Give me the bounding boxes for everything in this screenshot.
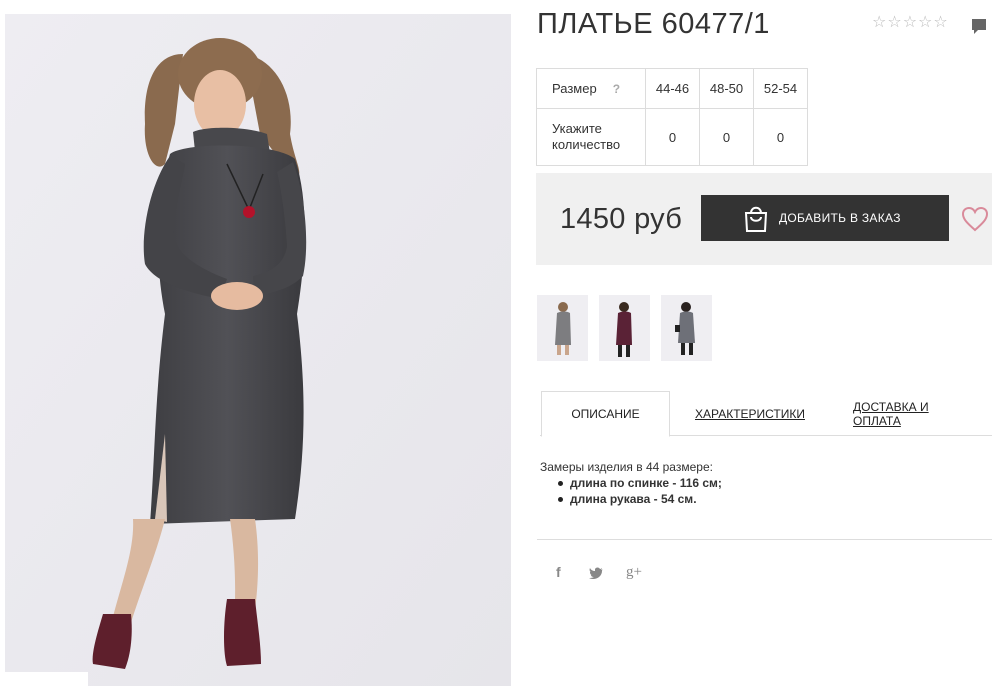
quantity-label-line2: количество: [552, 137, 621, 152]
quantity-label-cell: Укажите количество: [536, 108, 646, 166]
product-main-photo[interactable]: [5, 14, 511, 686]
price: 1450 руб: [560, 203, 683, 235]
comment-icon[interactable]: [971, 18, 987, 36]
measurement-text: длина рукава - 54 см.: [570, 492, 697, 506]
quantity-input[interactable]: 0: [753, 108, 808, 166]
thumbnail-3[interactable]: [661, 295, 712, 361]
twitter-icon[interactable]: [589, 567, 604, 579]
size-label: Размер: [552, 80, 597, 96]
thumbnail-2[interactable]: [599, 295, 650, 361]
tab-description[interactable]: ОПИСАНИЕ: [541, 391, 670, 437]
thumbnail-1[interactable]: [537, 295, 588, 361]
star-icon[interactable]: ☆: [933, 15, 947, 31]
thumbnail-image: [661, 295, 712, 361]
size-cell: 48-50: [699, 68, 754, 109]
tab-delivery-payment[interactable]: ДОСТАВКА И ОПЛАТА: [853, 391, 978, 436]
size-help-icon[interactable]: ?: [613, 82, 620, 96]
heart-icon[interactable]: [961, 206, 989, 232]
size-cell: 44-46: [645, 68, 700, 109]
shopping-bag-icon: [744, 206, 768, 232]
divider: [537, 539, 992, 540]
model-in-dress-image: [5, 14, 511, 686]
photo-corner-gap: [0, 672, 88, 686]
product-title: ПЛАТЬЕ 60477/1: [537, 8, 770, 40]
size-label-cell: Размер?: [536, 68, 646, 109]
quantity-input[interactable]: 0: [699, 108, 754, 166]
price-box: 1450 руб ДОБАВИТЬ В ЗАКАЗ: [536, 173, 992, 265]
measurements-list: длина по спинке - 116 см; длина рукава -…: [556, 475, 722, 507]
star-icon[interactable]: ☆: [872, 15, 886, 31]
product-tabs: ОПИСАНИЕ ХАРАКТЕРИСТИКИ ДОСТАВКА И ОПЛАТ…: [540, 391, 992, 437]
size-table: Размер? 44-46 48-50 52-54 Укажите количе…: [536, 68, 808, 166]
description-panel: Замеры изделия в 44 размере: длина по сп…: [540, 459, 722, 507]
quantity-input[interactable]: 0: [645, 108, 700, 166]
list-item: длина рукава - 54 см.: [556, 491, 722, 507]
thumbnail-image: [537, 295, 588, 361]
google-plus-icon[interactable]: g+: [626, 564, 642, 581]
size-row: Размер? 44-46 48-50 52-54: [536, 68, 808, 109]
star-icon[interactable]: ☆: [918, 15, 932, 31]
facebook-icon[interactable]: f: [556, 564, 561, 580]
star-icon[interactable]: ☆: [887, 15, 901, 31]
list-item: длина по спинке - 116 см;: [556, 475, 722, 491]
description-intro: Замеры изделия в 44 размере:: [540, 460, 713, 474]
size-cell: 52-54: [753, 68, 808, 109]
star-icon[interactable]: ☆: [903, 15, 917, 31]
quantity-label-line1: Укажите: [552, 121, 602, 136]
add-to-order-button[interactable]: ДОБАВИТЬ В ЗАКАЗ: [701, 195, 949, 241]
tab-characteristics[interactable]: ХАРАКТЕРИСТИКИ: [694, 391, 806, 436]
add-to-order-label: ДОБАВИТЬ В ЗАКАЗ: [779, 211, 901, 225]
rating-stars[interactable]: ☆ ☆ ☆ ☆ ☆: [872, 15, 948, 31]
quantity-row: Укажите количество 0 0 0: [536, 108, 808, 166]
measurement-value: 116 см;: [679, 476, 722, 490]
thumbnail-image: [599, 295, 650, 361]
measurement-text: длина по спинке -: [570, 476, 680, 490]
